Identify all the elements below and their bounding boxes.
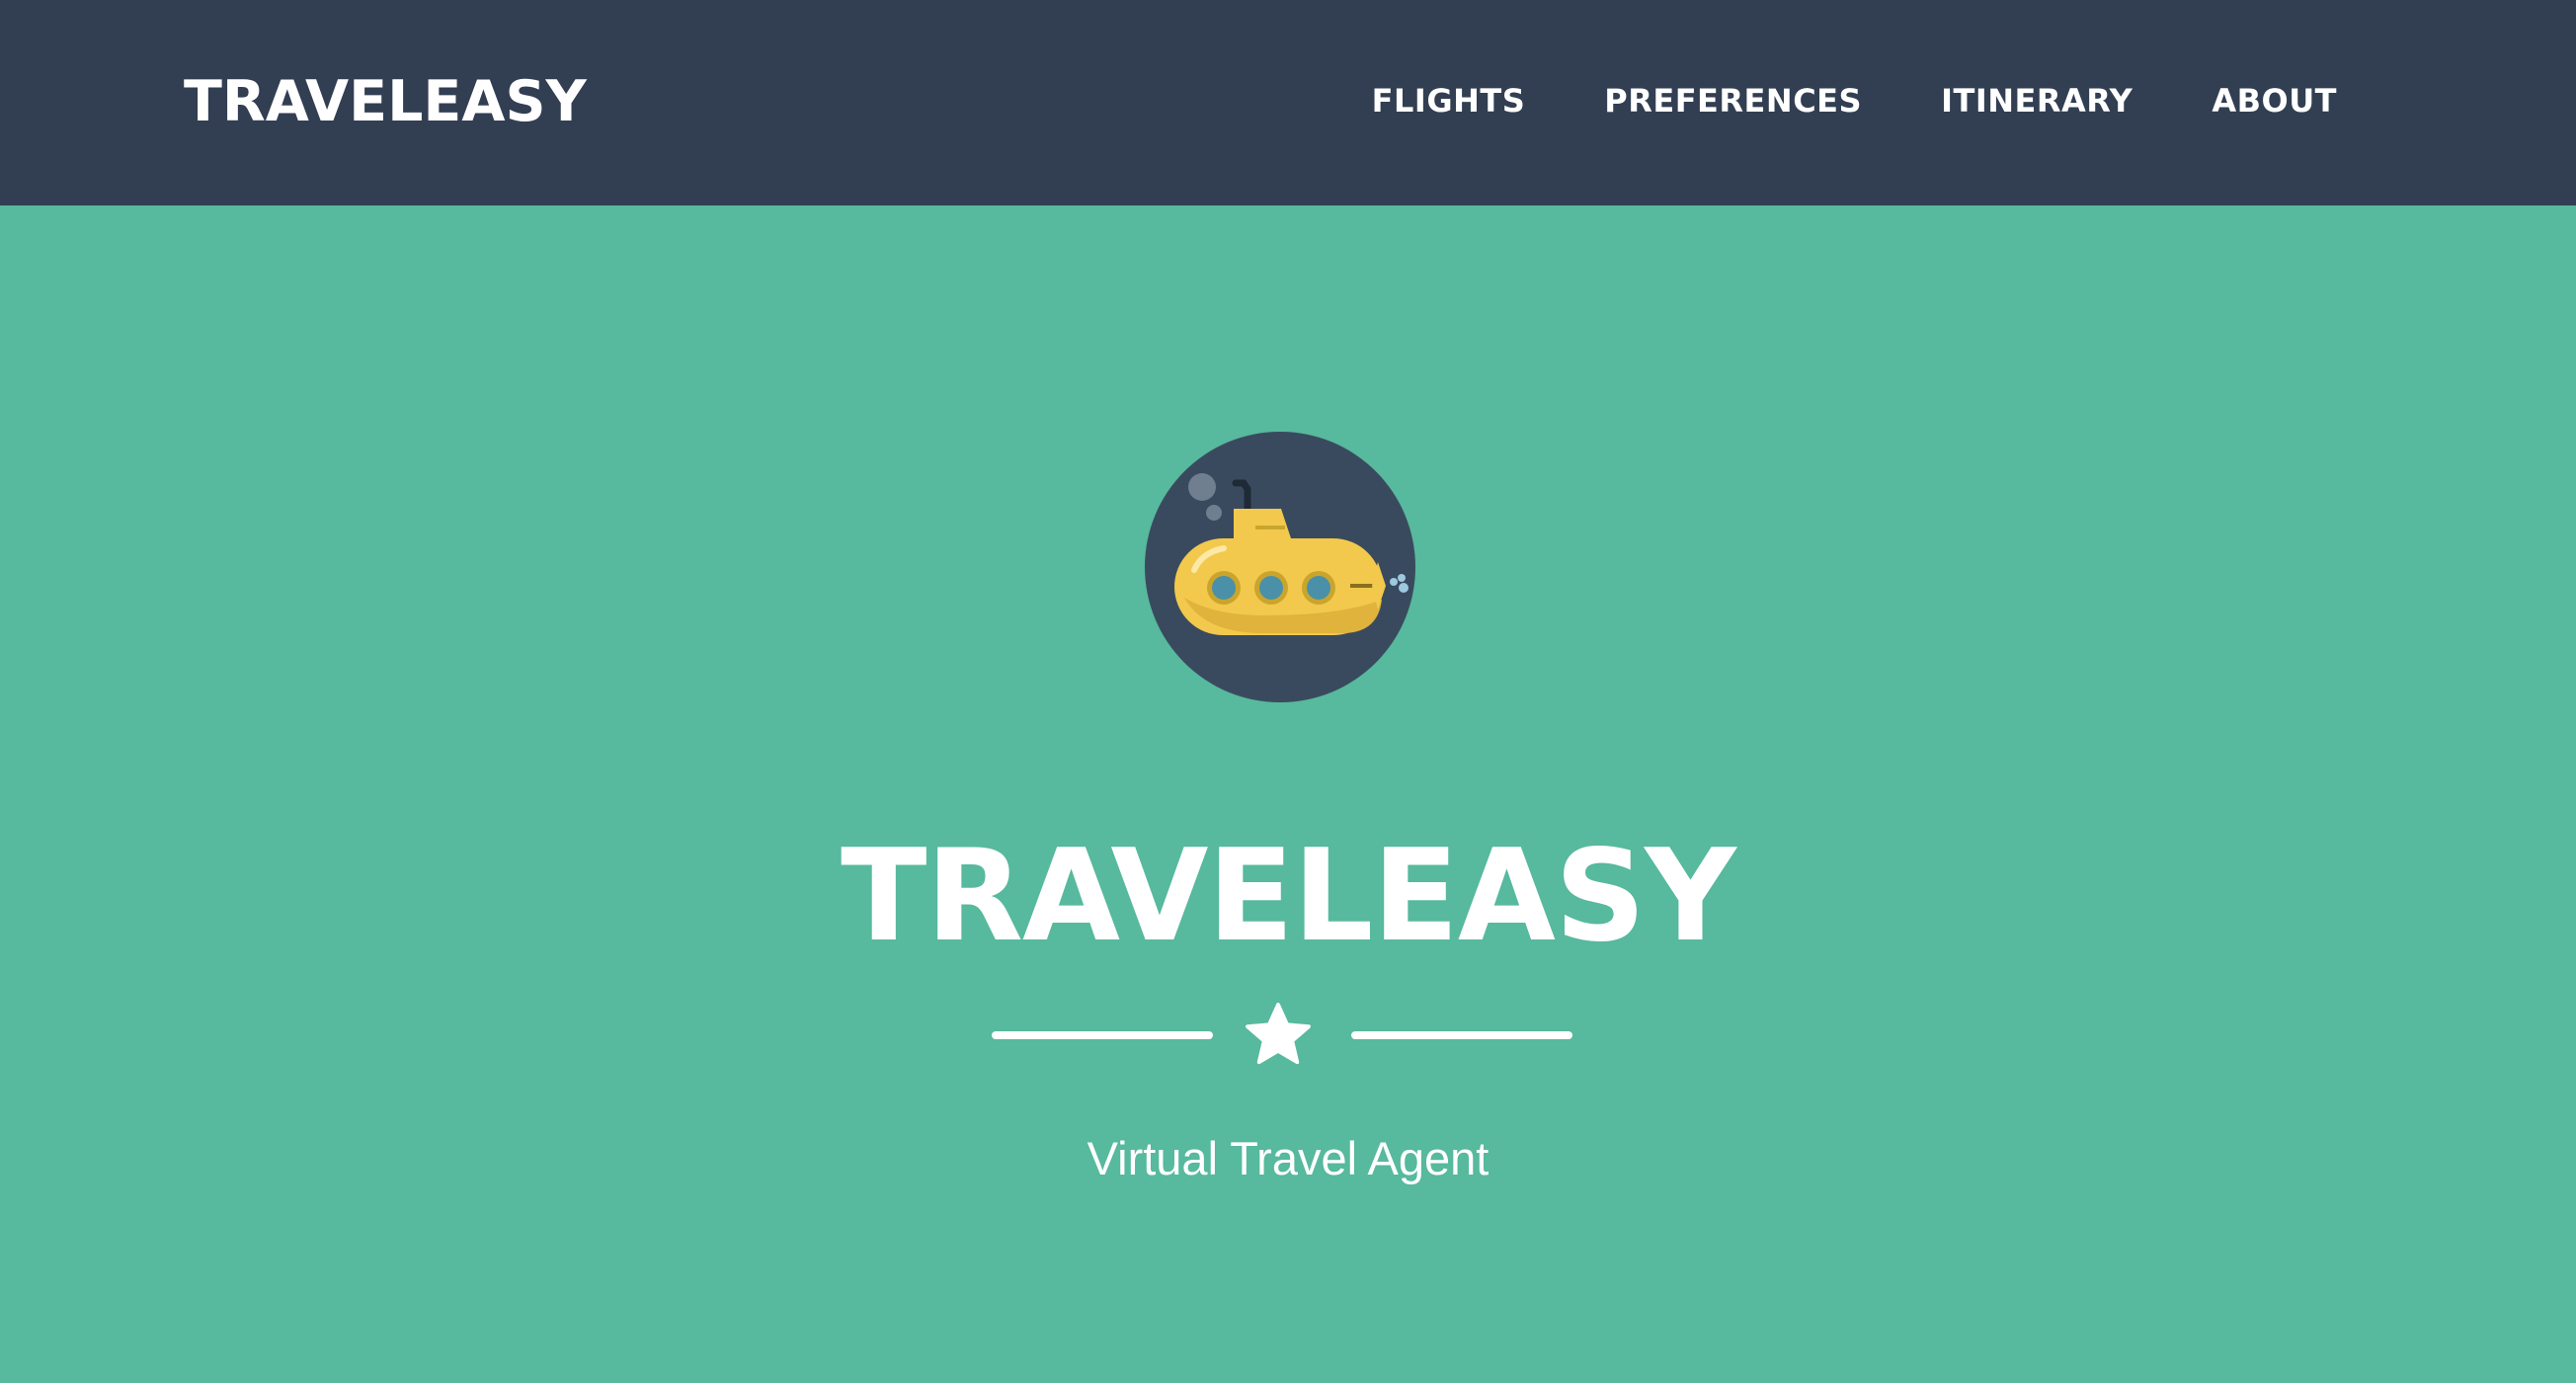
hero-title: TRAVELEASY [841,823,1736,970]
brand-logo-link[interactable]: TRAVELEASY [184,67,587,136]
star-divider [988,993,1588,1082]
divider-line-left [992,1031,1213,1039]
star-icon [1241,998,1316,1073]
nav-link-itinerary[interactable]: ITINERARY [1941,77,2133,124]
hero-section: TRAVELEASY Virtual Travel Agent [0,205,2576,1383]
submarine-icon [1145,432,1415,702]
top-navbar: TRAVELEASY FLIGHTS PREFERENCES ITINERARY… [0,0,2576,205]
nav-link-flights[interactable]: FLIGHTS [1372,77,1526,124]
nav-link-about[interactable]: ABOUT [2212,77,2337,124]
hero-subtitle: Virtual Travel Agent [1087,1132,1489,1184]
nav-links: FLIGHTS PREFERENCES ITINERARY ABOUT [1372,77,2337,124]
nav-link-preferences[interactable]: PREFERENCES [1604,77,1862,124]
divider-line-right [1351,1031,1572,1039]
